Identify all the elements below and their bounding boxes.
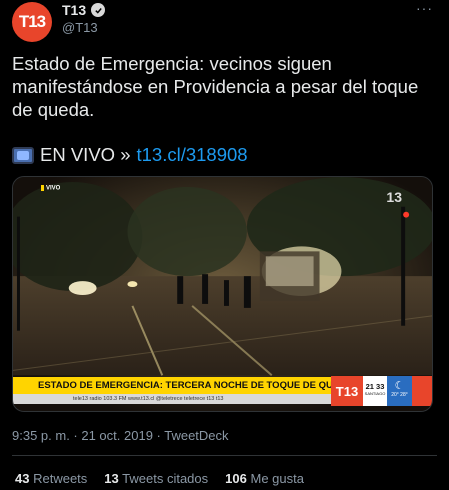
tv-icon <box>12 146 34 164</box>
news-banner: ESTADO DE EMERGENCIA: TERCERA NOCHE DE T… <box>13 377 353 394</box>
avatar[interactable]: T13 <box>12 2 52 42</box>
t13-logo: T13 <box>331 376 363 406</box>
divider <box>12 455 437 456</box>
tweet-header: T13 T13 @T13 ··· <box>12 0 439 42</box>
retweets-count: 43 <box>15 471 30 486</box>
temp-range: 20° 28° <box>391 392 408 398</box>
retweets-label: Retweets <box>33 471 88 486</box>
likes-count: 106 <box>225 471 247 486</box>
tweet-timestamp[interactable]: 9:35 p. m. · 21 oct. 2019 · TweetDeck <box>12 428 229 443</box>
news-ticker: tele13 radio 103.3 FM www.t13.cl @teletr… <box>13 394 331 404</box>
likes-stat[interactable]: 106 Me gusta <box>225 471 304 486</box>
live-label: VIVO <box>41 185 60 192</box>
tweet-text: Estado de Emergencia: vecinos siguen man… <box>12 53 419 120</box>
clock-time: 21 33 <box>365 382 385 391</box>
author-name-row[interactable]: T13 <box>62 2 106 18</box>
banner-endcap <box>412 376 432 406</box>
quotes-label: Tweets citados <box>122 471 209 486</box>
clock-box: 21 33 SANTIAGO <box>363 376 387 406</box>
author-handle[interactable]: @T13 <box>62 20 98 35</box>
quotes-count: 13 <box>104 471 119 486</box>
video-media[interactable]: VIVO 13 ESTADO DE EMERGENCIA: TERCERA NO… <box>12 176 433 412</box>
more-options-icon[interactable]: ··· <box>416 0 433 16</box>
live-line: EN VIVO » t13.cl/318908 <box>12 144 248 166</box>
weather-box: ☾ 20° 28° <box>387 376 412 406</box>
likes-label: Me gusta <box>250 471 304 486</box>
quotes-stat[interactable]: 13 Tweets citados <box>104 471 208 486</box>
moon-icon: ☾ <box>394 380 405 392</box>
clock-city: SANTIAGO <box>364 391 386 396</box>
tweet-link[interactable]: t13.cl/318908 <box>136 144 247 166</box>
verified-badge-icon <box>91 3 106 17</box>
display-name[interactable]: T13 <box>62 2 86 18</box>
engagement-stats: 43 Retweets 13 Tweets citados 106 Me gus… <box>15 471 304 486</box>
channel-bug: 13 <box>386 189 402 205</box>
live-prefix: EN VIVO » <box>40 144 131 165</box>
retweets-stat[interactable]: 43 Retweets <box>15 471 87 486</box>
